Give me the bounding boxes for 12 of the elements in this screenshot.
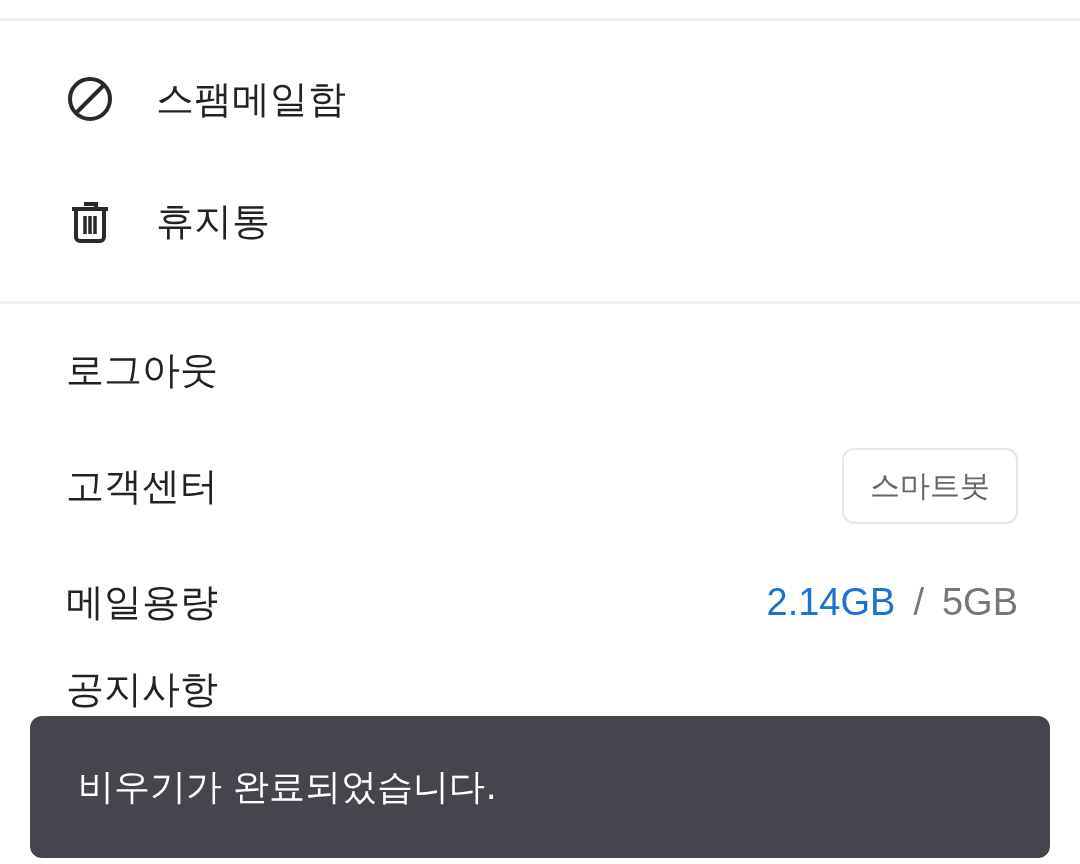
total-storage: 5GB bbox=[941, 580, 1018, 624]
menu-item[interactable]: 휴지통 bbox=[0, 160, 1080, 282]
menu-label[interactable]: 고객센터 bbox=[66, 460, 218, 512]
used-storage: 2.14GB bbox=[766, 580, 896, 624]
menu-label[interactable]: 메일용량 bbox=[66, 576, 218, 628]
menu-label[interactable]: 로그아웃 bbox=[66, 344, 218, 396]
toast-message: 비우기가 완료되었습니다. bbox=[78, 764, 497, 809]
smart-bot-button[interactable]: 스마트봇 bbox=[842, 448, 1018, 524]
menu-item[interactable]: 스팸메일함 bbox=[0, 38, 1080, 160]
menu-label[interactable]: 공지사항 bbox=[66, 664, 218, 715]
block-icon bbox=[66, 75, 114, 123]
separator: / bbox=[913, 580, 924, 624]
